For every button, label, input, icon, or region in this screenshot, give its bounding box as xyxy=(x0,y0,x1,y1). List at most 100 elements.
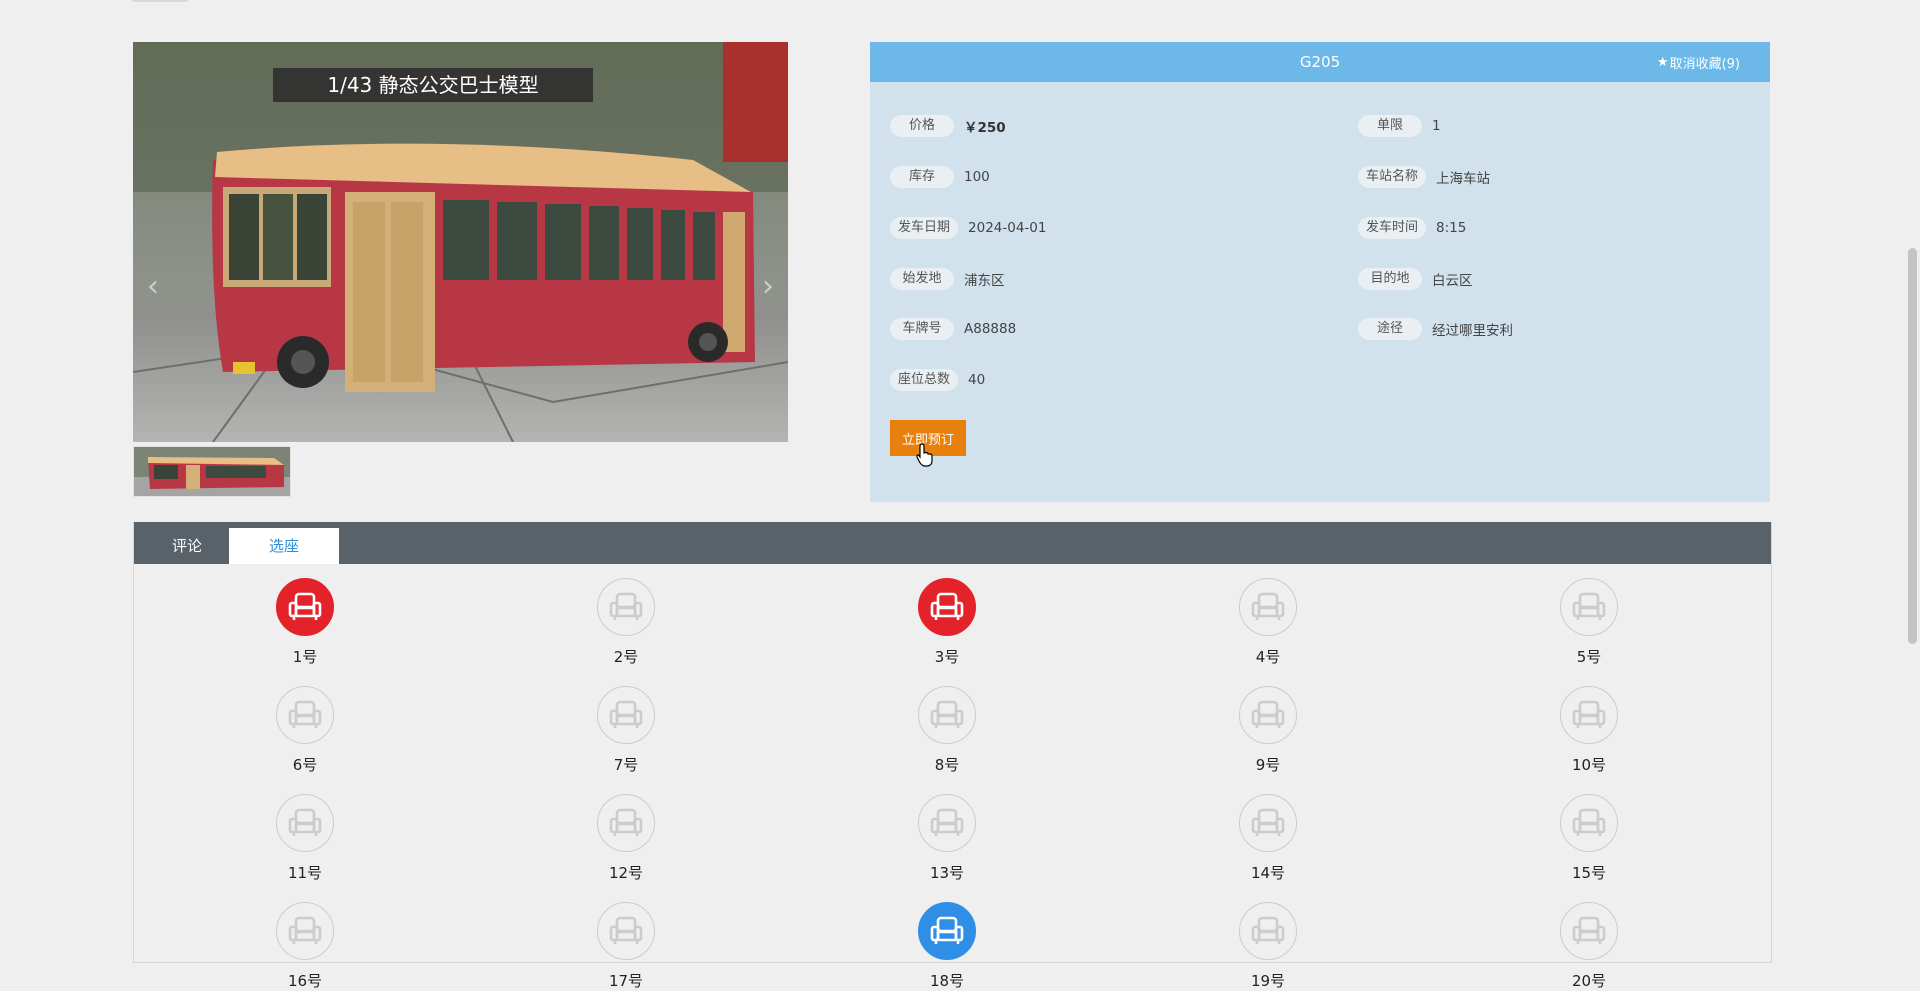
field-label: 发车时间 xyxy=(1358,217,1427,239)
field-destination: 目的地 白云区 xyxy=(1358,267,1473,291)
field-value: 100 xyxy=(964,169,990,185)
seat-7[interactable]: 7号 xyxy=(591,686,661,775)
armchair-icon[interactable] xyxy=(276,902,334,960)
tab-panel: 评论 选座 1号 2号 3号 4号 5号 6号 7号 8号 9号 10号 11号 12号 13号 14号 1… xyxy=(133,522,1772,990)
seat-10[interactable]: 10号 xyxy=(1554,686,1624,775)
seat-label: 9号 xyxy=(1255,756,1281,774)
armchair-icon[interactable] xyxy=(276,578,334,636)
seat-label: 8号 xyxy=(934,756,960,774)
field-limit: 单限 1 xyxy=(1358,114,1441,138)
cancel-favorite-button[interactable]: ★ 取消收藏(9) xyxy=(1657,42,1740,82)
armchair-icon[interactable] xyxy=(918,794,976,852)
seat-14[interactable]: 14号 xyxy=(1233,794,1303,883)
armchair-icon[interactable] xyxy=(597,578,655,636)
seat-8[interactable]: 8号 xyxy=(912,686,982,775)
seat-label: 7号 xyxy=(613,756,639,774)
field-label: 单限 xyxy=(1358,115,1422,137)
field-value: 浦东区 xyxy=(964,273,1005,289)
field-value: 8:15 xyxy=(1436,220,1467,236)
seat-label: 14号 xyxy=(1250,864,1286,882)
field-origin: 始发地 浦东区 xyxy=(890,267,1005,291)
seat-11[interactable]: 11号 xyxy=(270,794,340,883)
field-label: 途径 xyxy=(1358,318,1422,340)
seat-label: 20号 xyxy=(1571,972,1607,990)
seat-1[interactable]: 1号 xyxy=(270,578,340,667)
field-label: 车牌号 xyxy=(890,318,954,340)
field-station-name: 车站名称 上海车站 xyxy=(1358,165,1490,189)
seat-2[interactable]: 2号 xyxy=(591,578,661,667)
field-price: 价格 ￥250 xyxy=(890,114,1006,138)
detail-header: G205 ★ 取消收藏(9) xyxy=(870,42,1770,82)
seat-label: 18号 xyxy=(929,972,965,990)
seat-label: 6号 xyxy=(292,756,318,774)
field-departure-time: 发车时间 8:15 xyxy=(1358,216,1466,240)
armchair-icon[interactable] xyxy=(1560,686,1618,744)
armchair-icon[interactable] xyxy=(1239,902,1297,960)
seat-13[interactable]: 13号 xyxy=(912,794,982,883)
armchair-icon[interactable] xyxy=(918,902,976,960)
bus-detail-panel: G205 ★ 取消收藏(9) 价格 ￥250 单限 1 库存 100 车站名称 … xyxy=(870,42,1770,502)
armchair-icon[interactable] xyxy=(1239,686,1297,744)
seat-12[interactable]: 12号 xyxy=(591,794,661,883)
armchair-icon[interactable] xyxy=(1560,794,1618,852)
seat-4[interactable]: 4号 xyxy=(1233,578,1303,667)
field-value: ￥250 xyxy=(964,120,1006,136)
page-scrollbar[interactable] xyxy=(1908,248,1917,644)
top-tab-edge xyxy=(132,0,188,2)
armchair-icon[interactable] xyxy=(918,686,976,744)
field-value: 白云区 xyxy=(1432,273,1473,289)
armchair-icon[interactable] xyxy=(597,902,655,960)
seat-label: 3号 xyxy=(934,648,960,666)
seat-19[interactable]: 19号 xyxy=(1233,902,1303,991)
armchair-icon[interactable] xyxy=(276,686,334,744)
seat-16[interactable]: 16号 xyxy=(270,902,340,991)
field-value: 上海车站 xyxy=(1436,171,1491,187)
seat-label: 15号 xyxy=(1571,864,1607,882)
field-stock: 库存 100 xyxy=(890,165,990,189)
seat-label: 4号 xyxy=(1255,648,1281,666)
bus-thumbnail-image xyxy=(134,447,290,496)
armchair-icon[interactable] xyxy=(597,794,655,852)
armchair-icon[interactable] xyxy=(918,578,976,636)
seat-18[interactable]: 18号 xyxy=(912,902,982,991)
seat-label: 2号 xyxy=(613,648,639,666)
field-label: 发车日期 xyxy=(890,217,959,239)
seat-3[interactable]: 3号 xyxy=(912,578,982,667)
seat-label: 5号 xyxy=(1576,648,1602,666)
armchair-icon[interactable] xyxy=(597,686,655,744)
hand-cursor-icon xyxy=(916,443,933,467)
tab-seat-selection[interactable]: 选座 xyxy=(229,528,339,564)
seat-label: 17号 xyxy=(608,972,644,990)
seat-15[interactable]: 15号 xyxy=(1554,794,1624,883)
seat-label: 13号 xyxy=(929,864,965,882)
banner-text: 1/43 静态公交巴士模型 xyxy=(327,73,538,97)
armchair-icon[interactable] xyxy=(1239,794,1297,852)
seat-label: 12号 xyxy=(608,864,644,882)
seat-label: 19号 xyxy=(1250,972,1286,990)
bus-model-photo: 1/43 静态公交巴士模型 xyxy=(133,42,788,442)
armchair-icon[interactable] xyxy=(1239,578,1297,636)
seat-label: 10号 xyxy=(1571,756,1607,774)
tab-comments[interactable]: 评论 xyxy=(152,528,222,564)
seat-9[interactable]: 9号 xyxy=(1233,686,1303,775)
tab-bar: 评论 选座 xyxy=(134,522,1771,564)
seat-20[interactable]: 20号 xyxy=(1554,902,1624,991)
seat-6[interactable]: 6号 xyxy=(270,686,340,775)
armchair-icon[interactable] xyxy=(1560,578,1618,636)
gallery-thumbnail[interactable] xyxy=(133,446,291,497)
chevron-right-icon[interactable]: › xyxy=(756,262,780,310)
field-label: 车站名称 xyxy=(1358,166,1427,188)
armchair-icon[interactable] xyxy=(276,794,334,852)
chevron-left-icon[interactable]: ‹ xyxy=(141,262,165,310)
favorite-label: 取消收藏(9) xyxy=(1669,56,1740,72)
field-label: 库存 xyxy=(890,166,954,188)
armchair-icon[interactable] xyxy=(1560,902,1618,960)
field-total-seats: 座位总数 40 xyxy=(890,368,985,392)
product-image-carousel[interactable]: 1/43 静态公交巴士模型 ‹ › xyxy=(133,42,788,442)
bus-number-title: G205 xyxy=(1299,53,1341,71)
seat-17[interactable]: 17号 xyxy=(591,902,661,991)
field-label: 座位总数 xyxy=(890,369,959,391)
field-label: 始发地 xyxy=(890,268,954,290)
field-label: 价格 xyxy=(890,115,954,137)
seat-5[interactable]: 5号 xyxy=(1554,578,1624,667)
